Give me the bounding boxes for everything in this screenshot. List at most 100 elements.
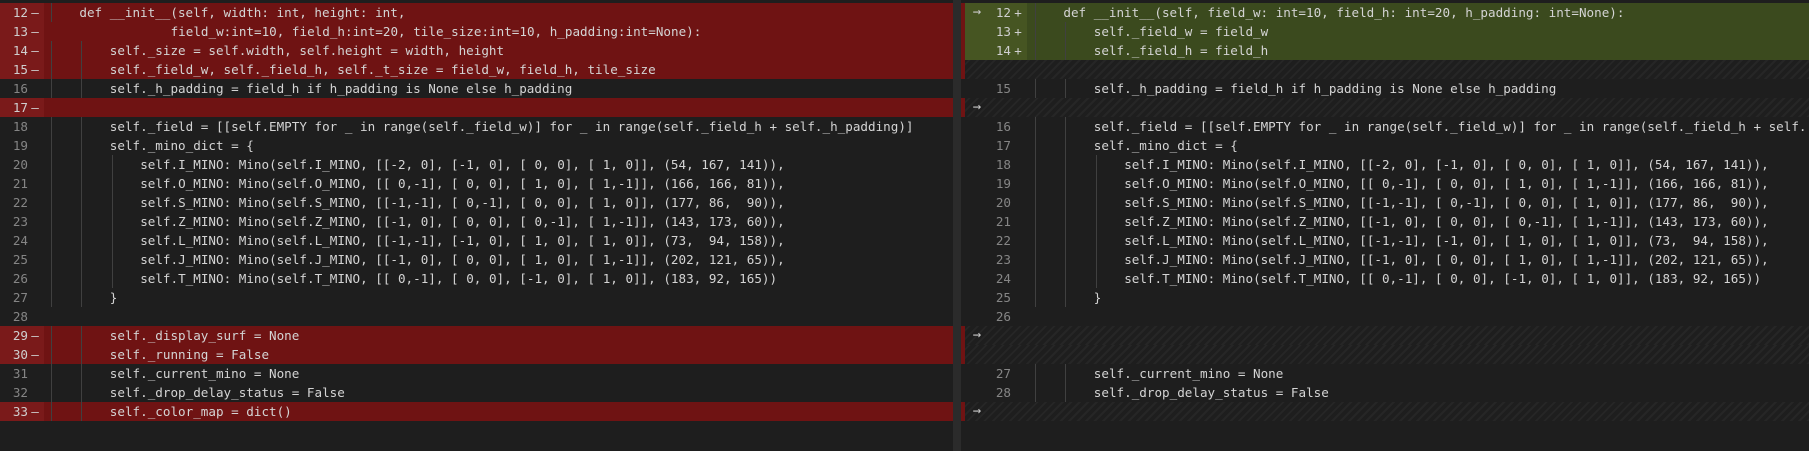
code-text[interactable]: self._display_surf = None	[110, 326, 300, 345]
code-line[interactable]: 27}	[0, 288, 965, 307]
code-line[interactable]: 12— def __init__(self, width: int, height…	[0, 3, 965, 22]
code-line[interactable]: 15 self._h_padding = field_h if h_padding…	[965, 79, 1809, 98]
diff-filler-row[interactable]	[965, 60, 1809, 79]
code-line[interactable]: 31 self._current_mino = None	[0, 364, 965, 383]
code-line[interactable]: 20 self.I_MINO: Mino(self.I_MINO, [[-2, 0…	[0, 155, 965, 174]
code-line[interactable]: 28 self._drop_delay_status = False	[965, 383, 1809, 402]
code-text[interactable]: self.L_MINO: Mino(self.L_MINO, [[-1,-1],…	[140, 231, 784, 250]
code-text[interactable]: self._size = self.width, self.height = w…	[110, 41, 504, 60]
code-text[interactable]: }	[1094, 288, 1102, 307]
code-line[interactable]: 26	[965, 307, 1809, 326]
code-line[interactable]: 29— self._display_surf = None	[0, 326, 965, 345]
code-line[interactable]: 23 self.J_MINO: Mino(self.J_MINO, [[-1, 0…	[965, 250, 1809, 269]
line-gutter: 18	[965, 155, 1027, 174]
code-text[interactable]: self._current_mino = None	[1094, 364, 1284, 383]
code-line[interactable]: 21 self.Z_MINO: Mino(self.Z_MINO, [[-1, 0…	[965, 212, 1809, 231]
code-line[interactable]: 24 self.L_MINO: Mino(self.L_MINO, [[-1,-1…	[0, 231, 965, 250]
code-line[interactable]: 19 self._mino_dict = {	[0, 136, 965, 155]
code-line[interactable]: 30— self._running = False	[0, 345, 965, 364]
code-text[interactable]: self.Z_MINO: Mino(self.Z_MINO, [[-1, 0],…	[140, 212, 784, 231]
modified-pane[interactable]: 12 + def __init__(self, field_w: int=10, f…	[965, 0, 1809, 451]
code-text[interactable]: self.J_MINO: Mino(self.J_MINO, [[-1, 0],…	[1124, 250, 1768, 269]
code-text[interactable]: self.I_MINO: Mino(self.I_MINO, [[-2, 0],…	[140, 155, 784, 174]
code-text[interactable]: self.Z_MINO: Mino(self.Z_MINO, [[-1, 0],…	[1124, 212, 1768, 231]
code-text[interactable]: self.T_MINO: Mino(self.T_MINO, [[ 0,-1],…	[140, 269, 777, 288]
indent-guide	[111, 269, 113, 288]
code-text[interactable]: self.S_MINO: Mino(self.S_MINO, [[-1,-1],…	[140, 193, 784, 212]
code-text[interactable]: self._h_padding = field_h if h_padding i…	[110, 79, 573, 98]
code-line[interactable]: 23 self.Z_MINO: Mino(self.Z_MINO, [[-1, 0…	[0, 212, 965, 231]
indent-guide	[1035, 383, 1036, 402]
code-text[interactable]: self._running = False	[110, 345, 269, 364]
pane-splitter[interactable]	[953, 0, 961, 451]
revert-change-arrow-icon[interactable]: →	[969, 3, 985, 22]
code-text[interactable]: self.T_MINO: Mino(self.T_MINO, [[ 0,-1],…	[1124, 269, 1761, 288]
code-text[interactable]: self._mino_dict = {	[1094, 136, 1238, 155]
code-line[interactable]: 19 self.O_MINO: Mino(self.O_MINO, [[ 0,-1…	[965, 174, 1809, 193]
code-text[interactable]: self._mino_dict = {	[110, 136, 254, 155]
code-line[interactable]: 13— field_w:int=10, field_h:int=20, tile_…	[0, 22, 965, 41]
code-text[interactable]: def __init__(self, width: int, height: i…	[79, 3, 405, 22]
code-text[interactable]: field_w:int=10, field_h:int=20, tile_siz…	[171, 22, 702, 41]
code-line[interactable]: 17—	[0, 98, 965, 117]
code-text[interactable]: self._h_padding = field_h if h_padding i…	[1094, 79, 1557, 98]
code-text[interactable]: self._drop_delay_status = False	[1094, 383, 1329, 402]
code-line[interactable]: 20 self.S_MINO: Mino(self.S_MINO, [[-1,-1…	[965, 193, 1809, 212]
code-text[interactable]: self.J_MINO: Mino(self.J_MINO, [[-1, 0],…	[140, 250, 784, 269]
code-line[interactable]: 18 self.I_MINO: Mino(self.I_MINO, [[-2, 0…	[965, 155, 1809, 174]
code-line[interactable]: 16 self._field = [[self.EMPTY for _ in ra…	[965, 117, 1809, 136]
code-text[interactable]: self._field = [[self.EMPTY for _ in rang…	[110, 117, 914, 136]
code-line[interactable]: 14 + self._field_h = field_h	[965, 41, 1809, 60]
diff-filler-row[interactable]	[965, 98, 1809, 117]
code-line[interactable]: 14— self._size = self.width, self.height …	[0, 41, 965, 60]
code-line[interactable]: 27 self._current_mino = None	[965, 364, 1809, 383]
code-line[interactable]: 25}	[965, 288, 1809, 307]
code-text[interactable]: self._field = [[self.EMPTY for _ in rang…	[1094, 117, 1807, 136]
code-line[interactable]: 15— self._field_w, self._field_h, self._t…	[0, 60, 965, 79]
diff-filler-row[interactable]	[965, 345, 1809, 364]
code-text[interactable]: self._current_mino = None	[110, 364, 300, 383]
code-line[interactable]: 33— self._color_map = dict()	[0, 402, 965, 421]
code-text[interactable]: }	[110, 288, 118, 307]
code-line[interactable]: 16 self._h_padding = field_h if h_padding…	[0, 79, 965, 98]
code-line[interactable]: 22 self.L_MINO: Mino(self.L_MINO, [[-1,-1…	[965, 231, 1809, 250]
code-line[interactable]: 12 + def __init__(self, field_w: int=10, f…	[965, 3, 1809, 22]
code-text[interactable]: self._color_map = dict()	[110, 402, 292, 421]
code-line[interactable]: 32 self._drop_delay_status = False	[0, 383, 965, 402]
indent-guide	[1035, 250, 1036, 269]
code-line[interactable]: 22 self.S_MINO: Mino(self.S_MINO, [[-1,-1…	[0, 193, 965, 212]
indent-guide	[51, 345, 52, 364]
code-line[interactable]: 13 + self._field_w = field_w	[965, 22, 1809, 41]
revert-change-arrow-icon[interactable]: →	[969, 326, 985, 345]
code-line[interactable]: 26 self.T_MINO: Mino(self.T_MINO, [[ 0,-1…	[0, 269, 965, 288]
code-text[interactable]: self.S_MINO: Mino(self.S_MINO, [[-1,-1],…	[1124, 193, 1768, 212]
code-text[interactable]: self.O_MINO: Mino(self.O_MINO, [[ 0,-1],…	[140, 174, 784, 193]
code-text[interactable]: self._field_h = field_h	[1094, 41, 1268, 60]
diff-filler-row[interactable]	[965, 326, 1809, 345]
code-line[interactable]: 28	[0, 307, 965, 326]
code-text[interactable]: self.I_MINO: Mino(self.I_MINO, [[-2, 0],…	[1124, 155, 1768, 174]
indent-guide	[51, 402, 52, 421]
code-text[interactable]: self._drop_delay_status = False	[110, 383, 345, 402]
code-text[interactable]: self._field_w, self._field_h, self._t_si…	[110, 60, 656, 79]
code-text[interactable]: self.L_MINO: Mino(self.L_MINO, [[-1,-1],…	[1124, 231, 1768, 250]
revert-change-arrow-icon[interactable]: →	[969, 402, 985, 421]
code-line[interactable]: 24 self.T_MINO: Mino(self.T_MINO, [[ 0,-1…	[965, 269, 1809, 288]
code-line[interactable]: 25 self.J_MINO: Mino(self.J_MINO, [[-1, 0…	[0, 250, 965, 269]
line-number: 31	[12, 366, 28, 381]
line-number: 19	[12, 138, 28, 153]
original-pane[interactable]: 12— def __init__(self, width: int, height…	[0, 0, 965, 451]
line-number: 20	[12, 157, 28, 172]
removed-marker: —	[31, 43, 39, 58]
code-line[interactable]: 18 self._field = [[self.EMPTY for _ in ra…	[0, 117, 965, 136]
indent-guide	[1065, 136, 1067, 155]
indent-guide	[81, 288, 83, 307]
revert-change-arrow-icon[interactable]: →	[969, 98, 985, 117]
diff-filler-row[interactable]	[965, 402, 1809, 421]
code-line[interactable]: 21 self.O_MINO: Mino(self.O_MINO, [[ 0,-1…	[0, 174, 965, 193]
code-text[interactable]: self.O_MINO: Mino(self.O_MINO, [[ 0,-1],…	[1124, 174, 1768, 193]
code-line[interactable]: 17 self._mino_dict = {	[965, 136, 1809, 155]
code-text[interactable]: self._field_w = field_w	[1094, 22, 1268, 41]
line-gutter: 28	[965, 383, 1027, 402]
code-text[interactable]: def __init__(self, field_w: int=10, fiel…	[1063, 3, 1624, 22]
